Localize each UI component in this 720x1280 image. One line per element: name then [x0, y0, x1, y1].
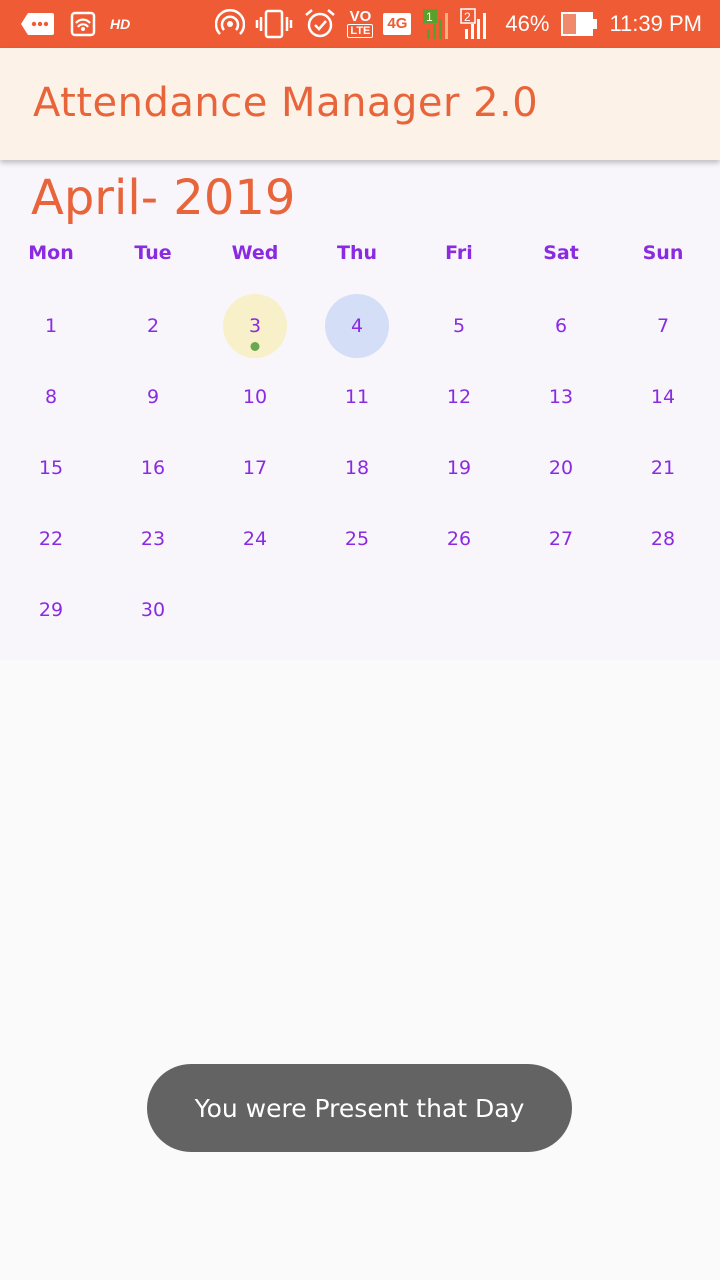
day-cell-8[interactable]: 8 [0, 361, 102, 432]
day-cell-6[interactable]: 6 [510, 290, 612, 361]
day-number: 24 [242, 527, 268, 550]
day-number: 21 [650, 456, 676, 479]
battery-percent: 46% [505, 11, 550, 36]
day-cell-13[interactable]: 13 [510, 361, 612, 432]
day-number: 11 [344, 385, 370, 408]
app-title: Attendance Manager 2.0 [33, 80, 539, 126]
weekday-thu: Thu [336, 242, 377, 264]
day-number: 2 [146, 314, 160, 337]
day-number: 20 [548, 456, 574, 479]
weekday-header: Mon Tue Wed Thu Fri Sat Sun [0, 242, 714, 268]
hd-label: HD [110, 16, 131, 32]
battery-icon [559, 10, 599, 38]
sim1-label: 1 [426, 10, 433, 24]
day-cell-12[interactable]: 12 [408, 361, 510, 432]
day-cell-20[interactable]: 20 [510, 432, 612, 503]
app-bar: Attendance Manager 2.0 [0, 48, 720, 160]
weekday-sat: Sat [543, 242, 579, 264]
vibrate-icon [255, 9, 293, 39]
weekday-tue: Tue [134, 242, 172, 264]
present-dot [250, 341, 260, 351]
day-cell-11[interactable]: 11 [306, 361, 408, 432]
day-cell-27[interactable]: 27 [510, 503, 612, 574]
day-cell-17[interactable]: 17 [204, 432, 306, 503]
day-number: 9 [146, 385, 160, 408]
day-number: 23 [140, 527, 166, 550]
clock: 11:39 PM [609, 11, 702, 36]
day-number: 1 [44, 314, 58, 337]
hotspot-icon [215, 9, 246, 39]
signal-icon: 1 2 [421, 7, 495, 41]
day-cell-5[interactable]: 5 [408, 290, 510, 361]
day-number: 6 [554, 314, 568, 337]
sim2-label: 2 [464, 10, 471, 24]
day-number: 30 [140, 598, 166, 621]
calendar-grid: 1 2 3 4 5 6 7 8 9 10 11 12 13 14 15 16 17 18 19 20 21 22 23 24 2… [0, 290, 714, 645]
day-cell-7[interactable]: 7 [612, 290, 714, 361]
status-bar-right: VO LTE 4G 1 2 46% 11:39 PM [215, 0, 720, 48]
status-bar-left: HD [0, 0, 130, 48]
day-number: 19 [446, 456, 472, 479]
day-cell-18[interactable]: 18 [306, 432, 408, 503]
weekday-fri: Fri [445, 242, 473, 264]
day-cell-14[interactable]: 14 [612, 361, 714, 432]
volte-icon: VO LTE [347, 7, 374, 38]
day-number: 28 [650, 527, 676, 550]
day-number: 17 [242, 456, 268, 479]
day-number: 14 [650, 385, 676, 408]
day-cell-22[interactable]: 22 [0, 503, 102, 574]
day-cell-25[interactable]: 25 [306, 503, 408, 574]
day-cell-29[interactable]: 29 [0, 574, 102, 645]
day-number: 26 [446, 527, 472, 550]
day-number: 5 [452, 314, 466, 337]
day-number: 15 [38, 456, 64, 479]
day-number: 10 [242, 385, 268, 408]
alarm-icon [303, 8, 337, 40]
day-number: 16 [140, 456, 166, 479]
weekday-mon: Mon [28, 242, 74, 264]
day-number: 3 [248, 314, 262, 337]
nfc-icon [70, 11, 96, 37]
day-number: 18 [344, 456, 370, 479]
network-type-label: 4G [383, 13, 412, 35]
day-cell-15[interactable]: 15 [0, 432, 102, 503]
day-number: 27 [548, 527, 574, 550]
day-cell-3[interactable]: 3 [204, 290, 306, 361]
day-number: 25 [344, 527, 370, 550]
day-cell-23[interactable]: 23 [102, 503, 204, 574]
calendar: April- 2019 Mon Tue Wed Thu Fri Sat Sun 123456… [0, 160, 720, 660]
day-cell-16[interactable]: 16 [102, 432, 204, 503]
day-cell-26[interactable]: 26 [408, 503, 510, 574]
day-number: 8 [44, 385, 58, 408]
day-cell-10[interactable]: 10 [204, 361, 306, 432]
day-cell-24[interactable]: 24 [204, 503, 306, 574]
day-cell-1[interactable]: 1 [0, 290, 102, 361]
day-cell-28[interactable]: 28 [612, 503, 714, 574]
day-cell-2[interactable]: 2 [102, 290, 204, 361]
day-number: 4 [350, 314, 364, 337]
day-number: 13 [548, 385, 574, 408]
day-cell-21[interactable]: 21 [612, 432, 714, 503]
day-number: 22 [38, 527, 64, 550]
day-cell-19[interactable]: 19 [408, 432, 510, 503]
volte-bottom-label: LTE [347, 23, 374, 38]
weekday-sun: Sun [642, 242, 684, 264]
toast-message: You were Present that Day [147, 1064, 572, 1152]
day-cell-4[interactable]: 4 [306, 290, 408, 361]
day-cell-30[interactable]: 30 [102, 574, 204, 645]
day-number: 29 [38, 598, 64, 621]
day-cell-9[interactable]: 9 [102, 361, 204, 432]
month-title: April- 2019 [31, 170, 296, 226]
weekday-wed: Wed [231, 242, 279, 264]
day-number: 12 [446, 385, 472, 408]
more-messages-icon [20, 11, 56, 37]
status-bar: HD VO LTE 4G 1 2 46% 11:39 PM [0, 0, 720, 48]
day-number: 7 [656, 314, 670, 337]
volte-top-label: VO [349, 7, 372, 25]
